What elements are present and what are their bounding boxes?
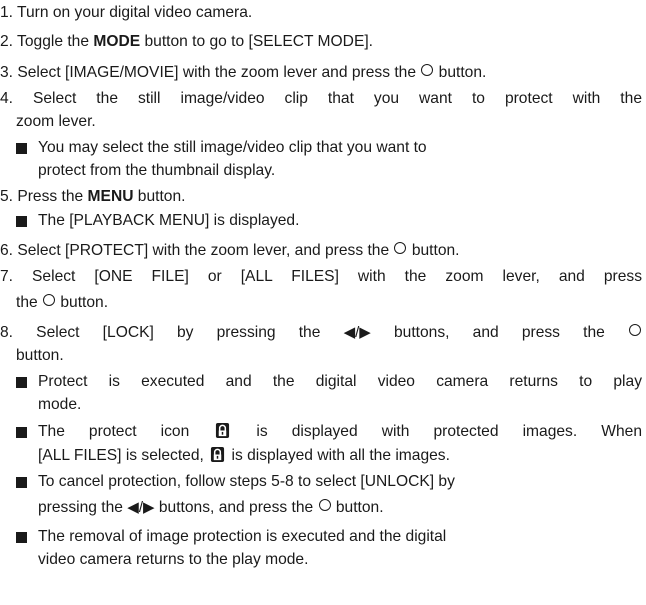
bullet-1-l1: Protect is executed and the digital vide… — [38, 373, 642, 390]
step-8-text-a: 8. Select [LOCK] by pressing the — [0, 324, 344, 341]
step-8-bullet-1: Protect is executed and the digital vide… — [16, 371, 642, 392]
bullet-2-l1-a: The protect icon — [38, 423, 214, 440]
instruction-page: 1. Turn on your digital video camera. 2.… — [0, 0, 646, 605]
step-3-text-a: 3. Select [IMAGE/MOVIE] with the zoom le… — [0, 64, 421, 81]
left-right-arrows-icon: ◀/▶ — [343, 324, 371, 341]
step-7-line-2: the button. — [16, 292, 642, 313]
step-2-text-c: button to go to [SELECT MODE]. — [140, 33, 374, 50]
step-1: 1. Turn on your digital video camera. — [0, 2, 642, 23]
step-4-bullet-l1: You may select the still image/video cli… — [38, 139, 427, 156]
menu-button-label: MENU — [87, 188, 134, 205]
bullet-square-icon — [16, 427, 27, 438]
protect-lock-icon — [216, 423, 230, 438]
bullet-2-l2-a: [ALL FILES] is selected, — [38, 447, 209, 464]
step-4-line-1: 4. Select the still image/video clip tha… — [0, 88, 642, 109]
step-8-text-b: buttons, and press the — [370, 324, 628, 341]
step-4-text-l2: zoom lever. — [16, 113, 96, 130]
protect-lock-icon — [211, 447, 225, 462]
step-2-text-a: 2. Toggle the — [0, 33, 94, 50]
mode-button-label: MODE — [93, 33, 141, 50]
step-8-bullet-4-cont: video camera returns to the play mode. — [38, 549, 642, 570]
step-4-line-2: zoom lever. — [16, 111, 642, 132]
step-8-bullet-2: The protect icon is displayed with prote… — [16, 421, 642, 442]
bullet-2-l2-b: is displayed with all the images. — [227, 447, 450, 464]
bullet-1-l2: mode. — [38, 396, 82, 413]
step-4-bullet-cont: protect from the thumbnail display. — [38, 160, 642, 181]
step-4-text-l1: 4. Select the still image/video clip tha… — [0, 90, 642, 107]
step-8-bullet-3: To cancel protection, follow steps 5-8 t… — [16, 471, 642, 492]
step-1-text: 1. Turn on your digital video camera. — [0, 4, 253, 21]
step-7-text-l1: 7. Select [ONE FILE] or [ALL FILES] with… — [0, 268, 642, 285]
step-5: 5. Press the MENU button. — [0, 186, 642, 207]
circle-button-icon — [318, 499, 331, 511]
step-5-bullet-text: The [PLAYBACK MENU] is displayed. — [38, 212, 300, 229]
circle-button-icon — [394, 242, 407, 254]
step-6-text-a: 6. Select [PROTECT] with the zoom lever,… — [0, 242, 394, 259]
step-4-bullet: You may select the still image/video cli… — [16, 137, 642, 158]
bullet-square-icon — [16, 377, 27, 388]
step-6: 6. Select [PROTECT] with the zoom lever,… — [0, 240, 642, 261]
step-7-line-1: 7. Select [ONE FILE] or [ALL FILES] with… — [0, 266, 642, 287]
left-right-arrows-icon: ◀/▶ — [127, 499, 155, 516]
circle-button-icon — [43, 294, 56, 306]
bullet-square-icon — [16, 477, 27, 488]
step-5-text-c: button. — [133, 188, 186, 205]
bullet-3-l2-c: button. — [331, 499, 384, 516]
step-2: 2. Toggle the MODE button to go to [SELE… — [0, 31, 642, 52]
bullet-3-l1: To cancel protection, follow steps 5-8 t… — [38, 473, 455, 490]
step-7-text-l2-a: the — [16, 294, 43, 311]
bullet-square-icon — [16, 532, 27, 543]
step-4-bullet-l2: protect from the thumbnail display. — [38, 162, 276, 179]
step-8-bullet-3-cont: pressing the ◀/▶ buttons, and press the … — [38, 497, 642, 518]
step-8-line-2: button. — [16, 345, 642, 366]
step-7-text-l2-b: button. — [56, 294, 109, 311]
bullet-3-l2-b: buttons, and press the — [154, 499, 318, 516]
step-8-line-1: 8. Select [LOCK] by pressing the ◀/▶ but… — [0, 322, 642, 343]
circle-button-icon — [421, 64, 434, 76]
step-5-bullet: The [PLAYBACK MENU] is displayed. — [16, 210, 642, 231]
step-8-bullet-1-cont: mode. — [38, 394, 642, 415]
bullet-square-icon — [16, 216, 27, 227]
bullet-4-l1: The removal of image protection is execu… — [38, 528, 447, 545]
circle-button-icon — [628, 324, 641, 336]
step-3: 3. Select [IMAGE/MOVIE] with the zoom le… — [0, 62, 642, 83]
step-8-bullet-2-cont: [ALL FILES] is selected, is displayed wi… — [38, 445, 642, 466]
step-8-bullet-4: The removal of image protection is execu… — [16, 526, 642, 547]
bullet-3-l2-a: pressing the — [38, 499, 128, 516]
step-8-text-l2: button. — [16, 347, 64, 364]
step-5-text-a: 5. Press the — [0, 188, 88, 205]
step-3-text-b: button. — [434, 64, 487, 81]
bullet-square-icon — [16, 143, 27, 154]
step-6-text-b: button. — [407, 242, 460, 259]
bullet-4-l2: video camera returns to the play mode. — [38, 551, 309, 568]
bullet-2-l1-b: is displayed with protected images. When — [232, 423, 642, 440]
